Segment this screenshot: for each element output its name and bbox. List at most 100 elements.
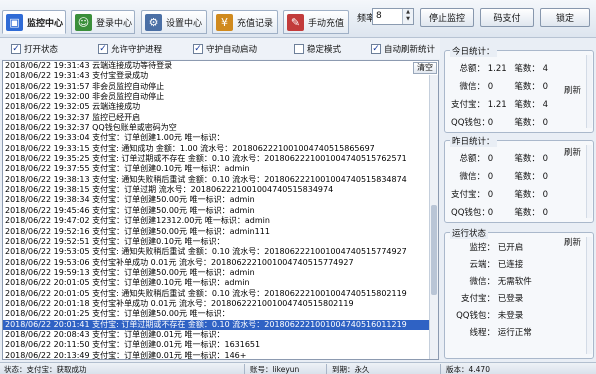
log-line[interactable]: 2018/06/22 20:01:41 支付宝: 订单过期或不存在 金额：0.1… <box>3 319 438 330</box>
log-line[interactable]: 2018/06/22 19:35:25 支付宝: 订单过期或不存在 金额：0.1… <box>3 154 438 164</box>
yesterday-stats-panel: 昨日统计： 刷新 总额： 0 笔数： 0 微信： 0 笔数： 0 支付宝： 0 … <box>444 135 594 223</box>
yesterday-scrollbar[interactable] <box>586 145 592 218</box>
log-line[interactable]: 2018/06/22 19:53:05 支付宝: 通知失败稍后重试 金额：0.1… <box>3 247 438 257</box>
yesterday-stats-title: 昨日统计： <box>450 135 497 147</box>
tab-label: 手动充值 <box>308 18 345 29</box>
log-line[interactable]: 2018/06/22 19:32:05 云端连接成功 <box>3 102 438 112</box>
guard-process-checkbox[interactable]: ✓ 允许守护进程 <box>98 43 162 55</box>
runtime-status-panel: 运行状态 刷新 监控： 已开启 云端： 已连接 微信： 无需软件 支付宝： 已登… <box>444 227 594 359</box>
yesterday-wechat-row: 微信： 0 笔数： 0 <box>459 172 549 182</box>
recharge-icon: ¥ <box>216 13 233 31</box>
log-line[interactable]: 2018/06/22 19:38:34 支付宝：订单创建50.00元 唯一标识：… <box>3 195 438 205</box>
runtime-monitor-row: 监控： 已开启 <box>469 243 524 253</box>
log-line[interactable]: 2018/06/22 20:01:05 支付宝：订单创建0.10元 唯一标识：a… <box>3 278 438 288</box>
log-list[interactable]: 清空 2018/06/22 19:31:43 云端连接成功等待登录 2018/06… <box>2 60 439 360</box>
auto-refresh-checkbox[interactable]: ✓ 自动刷新统计 <box>371 43 435 55</box>
today-scrollbar[interactable] <box>586 55 592 128</box>
log-line[interactable]: 2018/06/22 19:31:57 非会员监控自动停止 <box>3 82 438 92</box>
tab-settings-center[interactable]: ⚙ 设置中心 <box>141 10 207 34</box>
yesterday-alipay-row: 支付宝： 0 笔数： 0 <box>451 190 549 200</box>
yesterday-qqwallet-row: QQ钱包： 0 笔数： 0 <box>451 208 549 218</box>
tab-recharge-records[interactable]: ¥ 充值记录 <box>212 10 278 34</box>
expire-text: 到期：永久 <box>332 365 370 374</box>
log-line[interactable]: 2018/06/22 20:01:18 支付宝补单成功 0.01元 流水号：20… <box>3 299 438 309</box>
log-line[interactable]: 2018/06/22 19:59:13 支付宝：订单创建50.00元 唯一标识：… <box>3 268 438 278</box>
log-line[interactable]: 2018/06/22 19:38:15 支付宝：订单过期 流水号：2018062… <box>3 185 438 195</box>
tab-login-center[interactable]: ☺ 登录中心 <box>71 10 135 34</box>
log-line[interactable]: 2018/06/22 19:53:06 支付宝补单成功 0.01元 流水号：20… <box>3 258 438 268</box>
top-toolbar: ▣ 监控中心 ☺ 登录中心 ⚙ 设置中心 ¥ 充值记录 ✎ 手动充值 频率 8 … <box>0 0 596 38</box>
clear-log-button[interactable]: 清空 <box>413 62 437 74</box>
checkbox-checked-icon: ✓ <box>371 44 381 54</box>
today-stats-panel: 今日统计： 刷新 总额： 1.21 笔数： 4 微信： 0 笔数： 0 支付宝：… <box>444 45 594 133</box>
today-qqwallet-row: QQ钱包： 0 笔数： 0 <box>451 118 549 128</box>
log-line[interactable]: 2018/06/22 19:38:13 支付宝: 通知失败稍后重试 金额：0.1… <box>3 175 438 185</box>
log-line[interactable]: 2018/06/22 19:32:37 QQ钱包账单或密码为空 <box>3 123 438 133</box>
gear-icon: ⚙ <box>145 13 162 31</box>
log-line[interactable]: 2018/06/22 19:33:04 支付宝：订单创建1.00元 唯一标识： <box>3 133 438 143</box>
status-bar: 状态：支付宝：获取成功 账号：likeyun 到期：永久 版本：4.470 <box>0 362 596 374</box>
tab-label: 监控中心 <box>27 18 64 29</box>
log-line[interactable]: 2018/06/22 20:01:05 支付宝: 通知失败稍后重试 金额：0.1… <box>3 289 438 299</box>
yesterday-total-row: 总额： 0 笔数： 0 <box>459 154 549 164</box>
rate-spinner[interactable]: 8 ▲ ▼ <box>372 8 414 25</box>
today-alipay-row: 支付宝： 1.21 笔数： 4 <box>451 100 549 110</box>
runtime-wechat-row: 微信： 无需软件 <box>469 277 532 287</box>
scrollbar-thumb[interactable] <box>431 205 437 295</box>
log-line[interactable]: 2018/06/22 19:32:00 非会员监控自动停止 <box>3 92 438 102</box>
log-line[interactable]: 2018/06/22 19:52:51 支付宝：订单创建0.10元 唯一标识： <box>3 237 438 247</box>
runtime-status-title: 运行状态 <box>450 227 489 239</box>
log-line[interactable]: 2018/06/22 19:47:02 支付宝：订单创建12312.00元 唯一… <box>3 216 438 226</box>
runtime-scrollbar[interactable] <box>586 237 592 354</box>
account-text: 账号：likeyun <box>250 365 300 374</box>
today-total-row: 总额： 1.21 笔数： 4 <box>459 64 549 74</box>
today-wechat-row: 微信： 0 笔数： 0 <box>459 82 549 92</box>
stop-monitor-button[interactable]: 停止监控 <box>420 8 474 27</box>
status-divider <box>440 364 441 374</box>
status-divider <box>326 364 327 374</box>
tab-monitor-center[interactable]: ▣ 监控中心 <box>2 10 66 34</box>
log-line[interactable]: 2018/06/22 19:52:16 支付宝：订单创建50.00元 唯一标识：… <box>3 227 438 237</box>
runtime-thread-row: 线程： 运行正常 <box>469 328 532 338</box>
tab-label: 登录中心 <box>96 18 133 29</box>
checkbox-unchecked-icon <box>294 44 304 54</box>
lock-button[interactable]: 锁定 <box>540 8 590 27</box>
code-pay-button[interactable]: 码支付 <box>480 8 534 27</box>
log-line[interactable]: 2018/06/22 20:13:49 支付宝：订单创建0.01元 唯一标识：1… <box>3 351 438 359</box>
log-line[interactable]: 2018/06/22 20:11:50 支付宝：订单创建0.01元 唯一标识：1… <box>3 340 438 350</box>
log-line[interactable]: 2018/06/22 20:01:25 支付宝：订单创建50.00元 唯一标识： <box>3 309 438 319</box>
log-lines: 2018/06/22 19:31:43 云端连接成功等待登录 2018/06/22… <box>3 61 438 359</box>
today-stats-title: 今日统计： <box>450 45 497 57</box>
tab-manual-recharge[interactable]: ✎ 手动充值 <box>283 10 349 34</box>
log-line[interactable]: 2018/06/22 20:08:43 支付宝：订单创建0.01元 唯一标识： <box>3 330 438 340</box>
manual-recharge-icon: ✎ <box>287 13 304 31</box>
options-row: ✓ 打开状态 ✓ 允许守护进程 ✓ 守护自动启动 稳定模式 ✓ 自动刷新统计 <box>0 38 440 59</box>
status-text: 状态：支付宝：获取成功 <box>4 365 87 374</box>
log-line[interactable]: 2018/06/22 19:37:55 支付宝：订单创建0.10元 唯一标识：a… <box>3 164 438 174</box>
checkbox-checked-icon: ✓ <box>193 44 203 54</box>
runtime-cloud-row: 云端： 已连接 <box>469 260 524 270</box>
log-line[interactable]: 2018/06/22 19:45:46 支付宝：订单创建50.00元 唯一标识：… <box>3 206 438 216</box>
user-icon: ☺ <box>75 13 92 31</box>
runtime-alipay-row: 支付宝： 已登录 <box>460 294 524 304</box>
version-text: 版本：4.470 <box>446 365 490 374</box>
stable-mode-checkbox[interactable]: 稳定模式 <box>294 43 341 55</box>
tab-label: 设置中心 <box>166 18 203 29</box>
today-refresh-button[interactable]: 刷新 <box>564 84 581 96</box>
checkbox-checked-icon: ✓ <box>98 44 108 54</box>
log-line[interactable]: 2018/06/22 19:32:37 监控已经开启 <box>3 113 438 123</box>
guard-autostart-checkbox[interactable]: ✓ 守护自动启动 <box>193 43 257 55</box>
rate-value: 8 <box>376 11 382 21</box>
log-line[interactable]: 2018/06/22 19:31:43 云端连接成功等待登录 <box>3 61 438 71</box>
spinner-arrows-icon[interactable]: ▲ ▼ <box>402 9 413 24</box>
tab-label: 充值记录 <box>237 18 274 29</box>
runtime-qqwallet-row: QQ钱包： 未登录 <box>456 311 524 321</box>
checkbox-checked-icon: ✓ <box>11 44 21 54</box>
monitor-icon: ▣ <box>6 13 23 31</box>
log-line[interactable]: 2018/06/22 19:31:43 支付宝登录成功 <box>3 71 438 81</box>
yesterday-refresh-button[interactable]: 刷新 <box>564 146 581 158</box>
log-scrollbar[interactable] <box>429 75 438 359</box>
log-checkbox[interactable]: ✓ 打开状态 <box>11 43 58 55</box>
runtime-refresh-button[interactable]: 刷新 <box>564 236 581 248</box>
log-line[interactable]: 2018/06/22 19:33:15 支付宝: 通知成功 金额：1.00 流水… <box>3 144 438 154</box>
